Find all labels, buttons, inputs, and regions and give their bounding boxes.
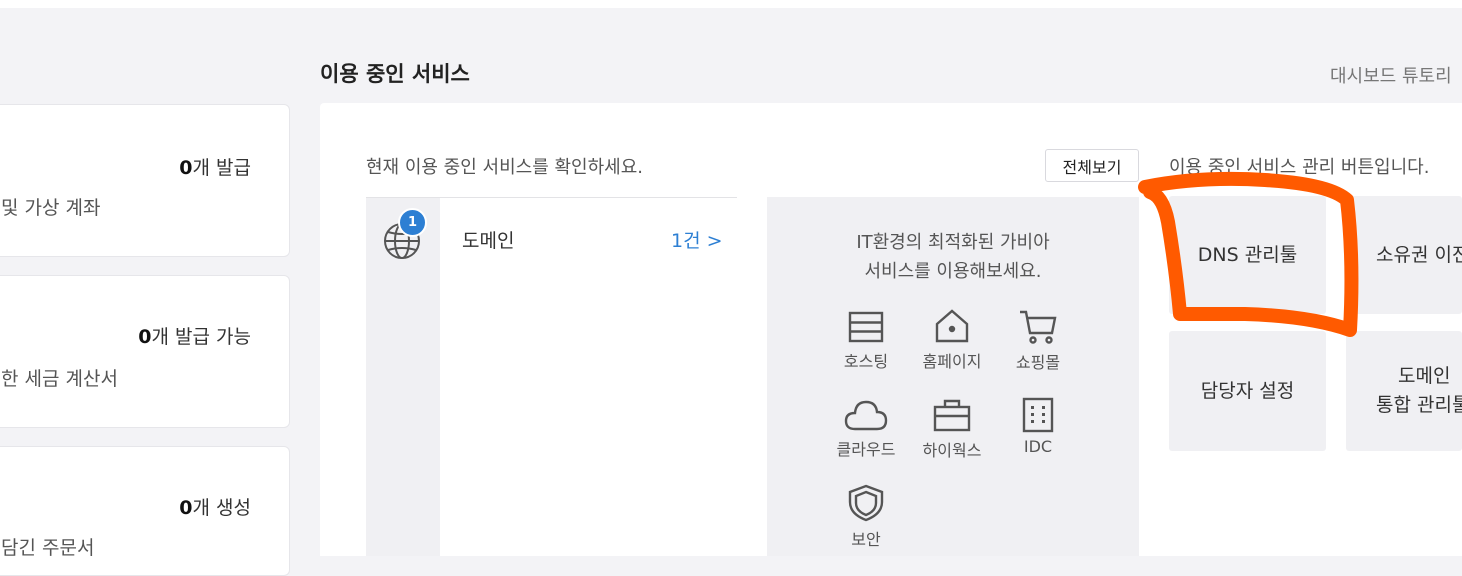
service-count-badge: 1 xyxy=(398,208,427,237)
dns-manager-button[interactable]: DNS 관리툴 xyxy=(1169,196,1326,314)
summary-card-tax-invoice[interactable]: 0개 발급 가능 한 세금 계산서 xyxy=(0,275,290,428)
promo-label: 하이웍스 xyxy=(922,441,982,460)
summary-count: 0개 발급 가능 xyxy=(138,326,251,348)
promo-label: IDC xyxy=(1023,437,1053,456)
panel-subtitle: 현재 이용 중인 서비스를 확인하세요. xyxy=(366,157,644,178)
promo-item-hiworks[interactable]: 하이웍스 xyxy=(912,397,992,461)
promo-label: 클라우드 xyxy=(836,440,896,459)
promo-label: 홈페이지 xyxy=(922,352,982,371)
summary-count: 0개 발급 xyxy=(179,157,251,179)
promo-item-cloud[interactable]: 클라우드 xyxy=(826,398,906,460)
shield-icon xyxy=(826,484,906,522)
promo-text: IT환경의 최적화된 가비아 서비스를 이용해보세요. xyxy=(856,232,1050,282)
dashboard-tutorial-link[interactable]: 대시보드 튜토리 xyxy=(1330,62,1452,88)
promo-label: 쇼핑몰 xyxy=(1015,353,1061,372)
domain-integrated-manager-button[interactable]: 도메인 통합 관리툴 xyxy=(1346,331,1462,451)
cart-icon xyxy=(998,309,1078,345)
top-bar xyxy=(0,0,1462,8)
view-all-button[interactable]: 전체보기 xyxy=(1045,149,1139,182)
server-icon xyxy=(826,310,906,344)
summary-card-payment[interactable]: 0개 발급 및 가상 계좌 xyxy=(0,104,290,257)
briefcase-icon xyxy=(912,397,992,433)
promo-item-security[interactable]: 보안 xyxy=(826,484,906,550)
home-icon xyxy=(912,308,992,344)
promo-item-idc[interactable]: IDC xyxy=(998,397,1078,456)
promo-item-shoppingmall[interactable]: 쇼핑몰 xyxy=(998,309,1078,373)
service-count-link[interactable]: 1건 > xyxy=(671,226,723,253)
summary-desc: 한 세금 계산서 xyxy=(1,368,118,390)
building-icon xyxy=(998,397,1078,433)
ownership-transfer-button[interactable]: 소유권 이전 xyxy=(1346,196,1462,314)
summary-card-order[interactable]: 0개 생성 담긴 주문서 xyxy=(0,446,290,576)
promo-item-homepage[interactable]: 홈페이지 xyxy=(912,308,992,372)
service-name-domain[interactable]: 도메인 xyxy=(462,226,514,253)
summary-count: 0개 생성 xyxy=(179,497,251,519)
promo-label: 호스팅 xyxy=(843,352,889,371)
section-title: 이용 중인 서비스 xyxy=(320,62,470,86)
contact-settings-button[interactable]: 담당자 설정 xyxy=(1169,331,1326,451)
cloud-icon xyxy=(826,398,906,432)
summary-desc: 및 가상 계좌 xyxy=(1,197,101,219)
promo-label: 보안 xyxy=(851,530,881,549)
management-caption: 이용 중인 서비스 관리 버튼입니다. xyxy=(1169,157,1430,178)
promo-item-hosting[interactable]: 호스팅 xyxy=(826,310,906,372)
